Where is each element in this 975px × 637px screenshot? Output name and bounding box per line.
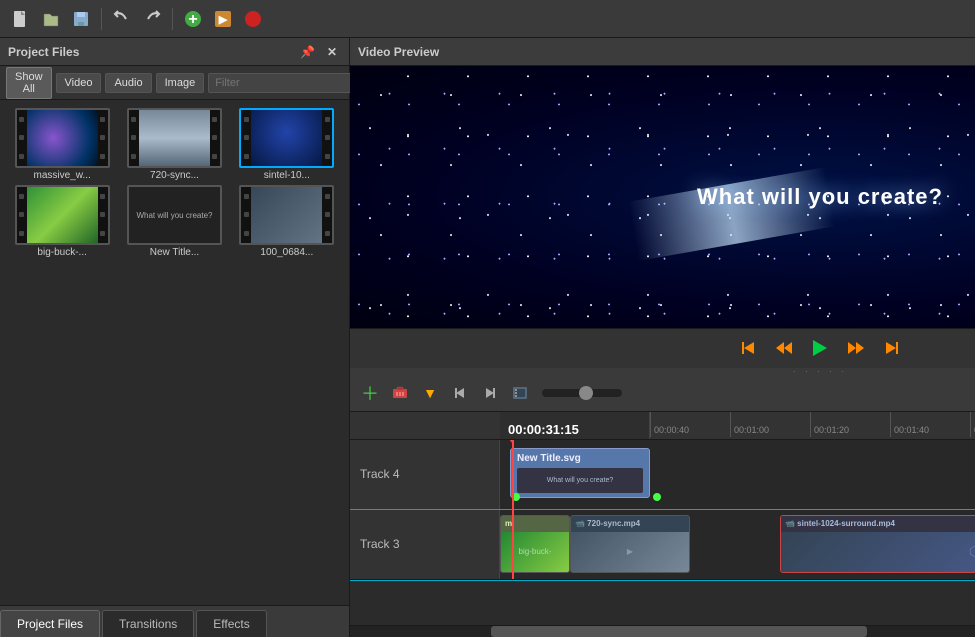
thumb-bigbuck-label: big-buck-... — [37, 247, 86, 258]
clip-newtitle[interactable]: New Title.svg What will you create? — [510, 448, 650, 498]
clip-bigbuck[interactable]: m big-buck- — [500, 515, 570, 573]
prev-marker-button[interactable] — [448, 381, 472, 405]
import-button[interactable]: + — [180, 6, 206, 32]
ruler-mark-1: 00:01:00 — [730, 412, 810, 437]
project-files-header: Project Files 📌 ✕ — [0, 38, 349, 66]
new-button[interactable] — [8, 6, 34, 32]
playhead-marker — [506, 440, 518, 443]
clip-720-header: 📹 720-sync.mp4 — [571, 516, 689, 532]
thumb-massive[interactable]: massive_w... — [8, 108, 116, 181]
thumb-sintel-label: sintel-10... — [264, 170, 310, 181]
sep2 — [172, 8, 173, 30]
track-4-content[interactable]: New Title.svg What will you create? — [500, 440, 975, 509]
tab-project-files[interactable]: Project Files — [0, 610, 100, 637]
filter-video-button[interactable]: Video — [56, 73, 102, 93]
clip-sintel-header: 📹 sintel-1024-surround.mp4 — [781, 516, 975, 532]
track-3-content[interactable]: m big-buck- 📹 720-sync.mp4 — [500, 510, 975, 579]
filter-showall-button[interactable]: Show All — [6, 67, 52, 99]
pin-icon[interactable]: 📌 — [296, 43, 319, 61]
resize-handle[interactable]: · · · · · — [350, 368, 975, 376]
ruler-mark-2: 00:01:20 — [810, 412, 890, 437]
zoom-slider[interactable] — [542, 389, 622, 397]
thumbnails-grid: massive_w... 720-sync... sintel-10... — [0, 100, 349, 605]
right-panel: Video Preview 📌 ✕ What will you create? — [350, 38, 975, 637]
open-button[interactable] — [38, 6, 64, 32]
video-canvas: What will you create? — [350, 66, 975, 328]
jump-start-button[interactable] — [734, 334, 762, 362]
thumb-720sync[interactable]: 720-sync... — [120, 108, 228, 181]
ruler-marks: 00:00:40 00:01:00 00:01:20 00:01:40 00:0… — [650, 412, 975, 439]
thumb-camera[interactable]: 100_0684... — [233, 185, 341, 258]
fast-forward-button[interactable] — [842, 334, 870, 362]
scroll-thumb[interactable] — [491, 626, 867, 637]
timeline-toolbar: ＋ ▼ 20 seconds — [350, 376, 975, 412]
thumb-sintel[interactable]: sintel-10... — [233, 108, 341, 181]
thumb-newtitle-label: New Title... — [150, 247, 199, 258]
clip-sintel-thumb: ⬡ — [781, 532, 975, 572]
project-files-title: Project Files — [8, 45, 79, 59]
playhead[interactable] — [512, 440, 514, 509]
clip-sintel[interactable]: 📹 sintel-1024-surround.mp4 ⬡ — [780, 515, 975, 573]
thumb-massive-label: massive_w... — [34, 170, 91, 181]
timeline-ruler: 00:00:31:15 00:00:40 00:01:00 00:01:20 0… — [350, 412, 975, 440]
video-preview-text: What will you create? — [697, 184, 943, 210]
timeline-tracks: Track 4 New Title.svg What will you crea… — [350, 440, 975, 626]
video-preview-area: What will you create? — [350, 66, 975, 328]
out-point — [653, 493, 661, 501]
clip-720sync[interactable]: 📹 720-sync.mp4 ▶ — [570, 515, 690, 573]
thumb-newtitle[interactable]: What will you create? New Title... — [120, 185, 228, 258]
undo-button[interactable] — [109, 6, 135, 32]
jump-end-button[interactable] — [878, 334, 906, 362]
svg-text:▶: ▶ — [218, 14, 228, 26]
sep1 — [101, 8, 102, 30]
track-3-label: Track 3 — [350, 510, 500, 579]
video-preview-header: Video Preview 📌 ✕ — [350, 38, 975, 66]
export-button[interactable]: ▶ — [210, 6, 236, 32]
clip-title-preview-text: What will you create? — [547, 477, 614, 484]
clip-title-thumb: What will you create? — [517, 468, 643, 493]
rewind-button[interactable] — [770, 334, 798, 362]
toolbar: + ▶ — [0, 0, 975, 38]
bottom-tabs: Project Files Transitions Effects — [0, 605, 349, 637]
timeline: ＋ ▼ 20 seconds — [350, 376, 975, 637]
add-track-button[interactable]: ＋ — [358, 381, 382, 405]
thumb-720sync-label: 720-sync... — [150, 170, 199, 181]
save-button[interactable] — [68, 6, 94, 32]
filter-input[interactable] — [208, 73, 364, 93]
playhead-track3 — [512, 510, 514, 579]
filter-audio-button[interactable]: Audio — [105, 73, 151, 93]
next-marker-button[interactable] — [478, 381, 502, 405]
header-icons: 📌 ✕ — [296, 43, 341, 61]
timecode-display: 00:00:31:15 — [508, 422, 579, 437]
filter-image-button[interactable]: Image — [156, 73, 205, 93]
ruler-mark-0: 00:00:40 — [650, 412, 730, 437]
video-preview-title: Video Preview — [358, 45, 439, 59]
clip-720-thumb: ▶ — [571, 532, 689, 572]
redo-button[interactable] — [139, 6, 165, 32]
main-layout: Project Files 📌 ✕ Show All Video Audio I… — [0, 38, 975, 637]
remove-clip-button[interactable] — [388, 381, 412, 405]
clip-title-name: New Title.svg — [517, 453, 643, 464]
ruler-mark-3: 00:01:40 — [890, 412, 970, 437]
filter-bar: Show All Video Audio Image 🔧 — [0, 66, 349, 100]
thumb-camera-label: 100_0684... — [260, 247, 313, 258]
ruler-mark-4: 00:02:00 — [970, 412, 975, 437]
close-panel-icon[interactable]: ✕ — [323, 43, 341, 61]
svg-text:+: + — [188, 11, 197, 28]
play-button[interactable] — [806, 334, 834, 362]
timeline-scrollbar[interactable] — [350, 625, 975, 637]
playback-controls — [350, 328, 975, 368]
track-row-3: Track 3 m big-buck- — [350, 510, 975, 580]
tab-transitions[interactable]: Transitions — [102, 610, 194, 637]
track-row-4: Track 4 New Title.svg What will you crea… — [350, 440, 975, 510]
tab-effects[interactable]: Effects — [196, 610, 266, 637]
filter-button[interactable]: ▼ — [418, 381, 442, 405]
left-panel: Project Files 📌 ✕ Show All Video Audio I… — [0, 38, 350, 637]
track-4-label: Track 4 — [350, 440, 500, 509]
cut-button[interactable] — [508, 381, 532, 405]
thumb-bigbuck[interactable]: big-buck-... — [8, 185, 116, 258]
record-button[interactable] — [240, 6, 266, 32]
